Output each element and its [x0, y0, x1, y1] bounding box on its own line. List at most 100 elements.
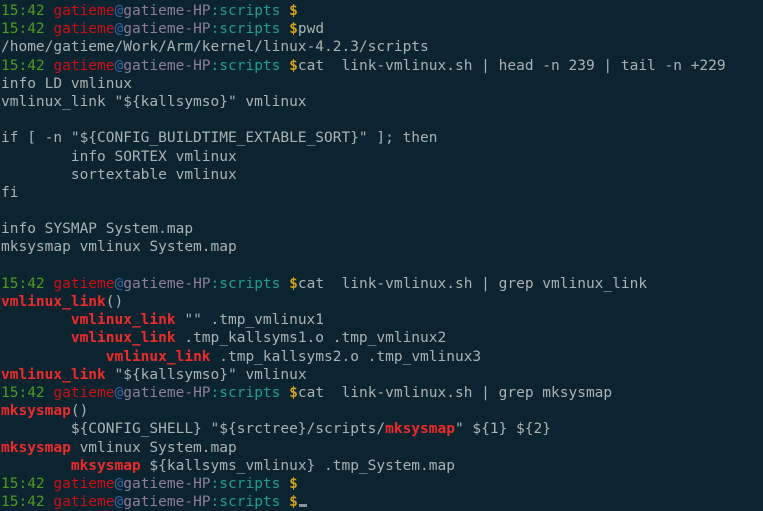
output-text: ()	[105, 294, 124, 310]
output-text: .tmp_kallsyms2.o .tmp_vmlinux3	[210, 348, 482, 365]
prompt-host: gatieme-HP	[123, 57, 211, 74]
command-text[interactable]: pwd	[298, 21, 324, 37]
prompt-cwd: :scripts	[210, 475, 281, 492]
prompt-line[interactable]: 15:42 gatieme@gatieme-HP:scripts $cat li…	[1, 275, 763, 293]
grep-match-text: mksysmap	[385, 421, 455, 438]
text-cursor	[298, 504, 308, 508]
prompt-at-symbol: @	[114, 384, 124, 401]
command-text[interactable]: cat link-vmlinux.sh | head -n 239 | tail…	[298, 58, 726, 74]
output-text: info SYSMAP System.map	[1, 221, 194, 238]
output-text: /home/gatieme/Work/Arm/kernel/linux-4.2.…	[1, 39, 429, 56]
prompt-host: gatieme-HP	[123, 475, 211, 492]
prompt-at-symbol: @	[114, 475, 124, 492]
output-text: " ${1} ${2}	[454, 421, 551, 438]
prompt-host: gatieme-HP	[123, 3, 211, 19]
output-text: "" .tmp_vmlinux1	[175, 312, 325, 329]
grep-match-text: mksysmap	[70, 457, 141, 474]
prompt-cwd: :scripts	[210, 3, 281, 19]
output-text: vmlinux_link "${kallsymso}" vmlinux	[1, 93, 307, 110]
grep-match-text: vmlinux_link	[70, 330, 176, 347]
command-text[interactable]: cat link-vmlinux.sh | grep mksysmap	[298, 385, 612, 401]
prompt-dollar-symbol: $	[289, 494, 298, 511]
output-text: if [ -n "${CONFIG_BUILDTIME_EXTABLE_SORT…	[1, 130, 438, 147]
output-line: fi	[1, 184, 763, 202]
prompt-cwd: :scripts	[210, 494, 281, 511]
prompt-cwd: :scripts	[210, 21, 281, 38]
output-line: vmlinux_link .tmp_kallsyms1.o .tmp_vmlin…	[1, 329, 763, 347]
output-text: info SORTEX vmlinux	[1, 148, 237, 165]
output-line: vmlinux_link .tmp_kallsyms2.o .tmp_vmlin…	[1, 348, 763, 366]
prompt-at-symbol: @	[114, 3, 124, 19]
prompt-cwd: :scripts	[210, 57, 281, 74]
prompt-line[interactable]: 15:42 gatieme@gatieme-HP:scripts $pwd	[1, 20, 763, 38]
output-text: .tmp_kallsyms1.o .tmp_vmlinux2	[175, 330, 447, 347]
command-text[interactable]: cat link-vmlinux.sh | grep vmlinux_link	[298, 276, 647, 292]
output-text: ${kallsyms_vmlinux} .tmp_System.map	[140, 457, 455, 474]
prompt-at-symbol: @	[114, 57, 124, 74]
output-text: "${kallsymso}" vmlinux	[105, 366, 307, 383]
output-line: vmlinux_link()	[1, 293, 763, 311]
prompt-dollar-symbol: $	[289, 384, 298, 401]
output-line: info LD vmlinux	[1, 75, 763, 93]
prompt-at-symbol: @	[114, 21, 124, 38]
grep-match-text: mksysmap	[1, 403, 71, 420]
prompt-user: gatieme	[53, 3, 115, 19]
prompt-time: 15:42	[1, 21, 45, 38]
prompt-line[interactable]: 15:42 gatieme@gatieme-HP:scripts $cat li…	[1, 57, 763, 75]
grep-match-text: vmlinux_link	[1, 294, 106, 310]
prompt-dollar-symbol: $	[289, 275, 298, 292]
output-line: mksysmap vmlinux System.map	[1, 439, 763, 457]
prompt-dollar-symbol: $	[289, 475, 298, 492]
terminal-window[interactable]: 15:42 gatieme@gatieme-HP:scripts $15:42 …	[0, 0, 763, 511]
output-text: info LD vmlinux	[1, 75, 132, 92]
output-text: mksysmap vmlinux System.map	[1, 239, 237, 256]
prompt-time: 15:42	[1, 57, 45, 74]
output-line: vmlinux_link "${kallsymso}" vmlinux	[1, 93, 763, 111]
prompt-cwd: :scripts	[210, 384, 281, 401]
prompt-at-symbol: @	[114, 494, 124, 511]
prompt-line[interactable]: 15:42 gatieme@gatieme-HP:scripts $	[1, 493, 763, 511]
prompt-host: gatieme-HP	[123, 21, 211, 38]
prompt-line[interactable]: 15:42 gatieme@gatieme-HP:scripts $cat li…	[1, 384, 763, 402]
grep-match-text: vmlinux_link	[70, 312, 176, 329]
prompt-time: 15:42	[1, 475, 45, 492]
prompt-cwd: :scripts	[210, 275, 281, 292]
prompt-dollar-symbol: $	[289, 57, 298, 74]
prompt-user: gatieme	[53, 21, 115, 38]
output-text: fi	[1, 184, 19, 201]
prompt-user: gatieme	[53, 384, 115, 401]
prompt-at-symbol: @	[114, 275, 124, 292]
output-line: sortextable vmlinux	[1, 166, 763, 184]
prompt-time: 15:42	[1, 3, 45, 19]
output-line: mksysmap ${kallsyms_vmlinux} .tmp_System…	[1, 457, 763, 475]
prompt-user: gatieme	[53, 475, 115, 492]
prompt-line[interactable]: 15:42 gatieme@gatieme-HP:scripts $	[1, 475, 763, 493]
output-line: if [ -n "${CONFIG_BUILDTIME_EXTABLE_SORT…	[1, 129, 763, 147]
grep-match-text: vmlinux_link	[1, 366, 106, 383]
prompt-dollar-symbol: $	[289, 21, 298, 38]
output-text: ()	[70, 403, 89, 420]
output-line: mksysmap()	[1, 402, 763, 420]
output-text: ${CONFIG_SHELL} "${srctree}/scripts/	[1, 421, 386, 438]
prompt-host: gatieme-HP	[123, 494, 211, 511]
prompt-dollar-symbol: $	[289, 3, 298, 19]
prompt-time: 15:42	[1, 275, 45, 292]
output-text: vmlinux System.map	[70, 439, 237, 456]
prompt-host: gatieme-HP	[123, 275, 211, 292]
prompt-line[interactable]: 15:42 gatieme@gatieme-HP:scripts $	[1, 2, 763, 20]
prompt-user: gatieme	[53, 57, 115, 74]
output-line: vmlinux_link "" .tmp_vmlinux1	[1, 311, 763, 329]
output-line: info SORTEX vmlinux	[1, 148, 763, 166]
prompt-time: 15:42	[1, 494, 45, 511]
grep-match-text: vmlinux_link	[105, 348, 211, 365]
output-line: ${CONFIG_SHELL} "${srctree}/scripts/mksy…	[1, 420, 763, 438]
output-text: sortextable vmlinux	[1, 166, 237, 183]
prompt-time: 15:42	[1, 384, 45, 401]
